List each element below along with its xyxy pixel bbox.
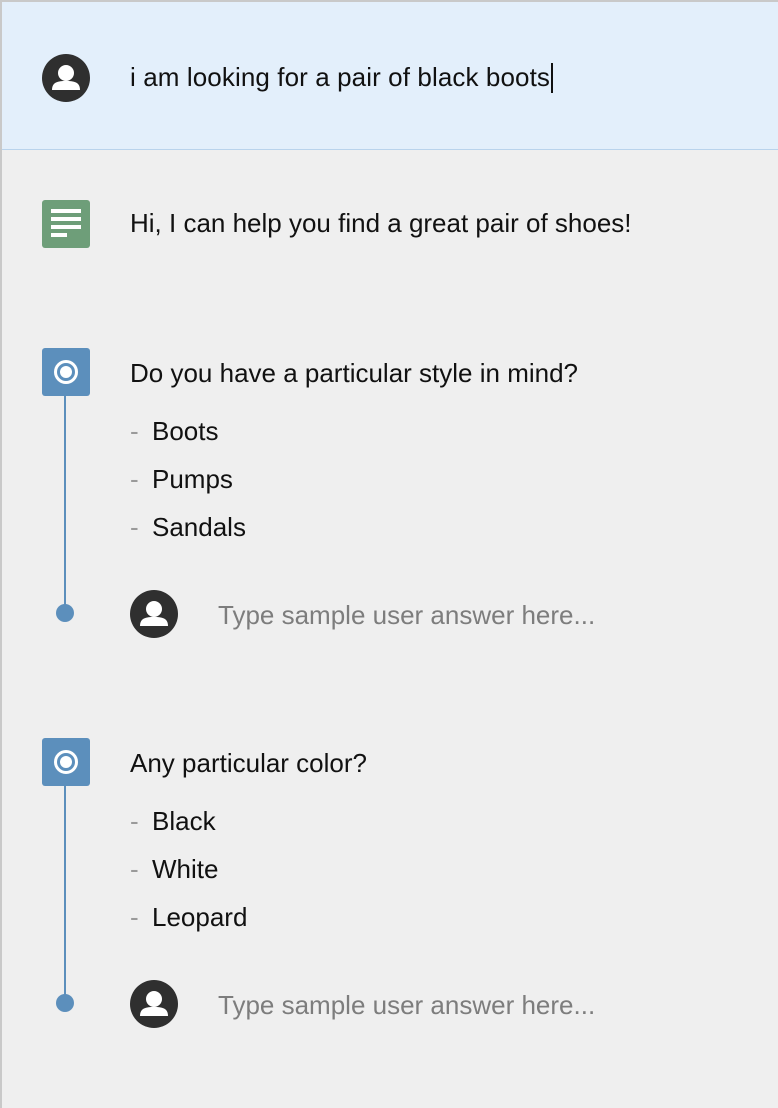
option-item[interactable]: - Black xyxy=(130,806,216,837)
question-connector-line xyxy=(64,786,66,1002)
document-lines-icon xyxy=(42,200,90,248)
sample-answer-input[interactable]: Type sample user answer here... xyxy=(218,990,595,1021)
option-item[interactable]: - Pumps xyxy=(130,464,233,495)
option-label: Pumps xyxy=(152,464,233,494)
question-prompt[interactable]: Do you have a particular style in mind? xyxy=(130,358,578,389)
user-message-input[interactable]: i am looking for a pair of black boots xyxy=(130,62,554,93)
user-avatar-icon xyxy=(42,54,90,102)
question-radio-icon xyxy=(42,348,90,396)
user-message-row[interactable]: i am looking for a pair of black boots xyxy=(2,2,778,150)
option-label: Sandals xyxy=(152,512,246,542)
bot-message-text[interactable]: Hi, I can help you find a great pair of … xyxy=(130,208,632,239)
question-connector-line xyxy=(64,396,66,612)
user-message-text: i am looking for a pair of black boots xyxy=(130,62,551,92)
user-avatar-icon xyxy=(130,590,178,638)
connector-end-dot xyxy=(56,994,74,1012)
option-item[interactable]: - Sandals xyxy=(130,512,246,543)
option-item[interactable]: - Leopard xyxy=(130,902,247,933)
option-label: White xyxy=(152,854,219,884)
option-label: Boots xyxy=(152,416,219,446)
question-radio-icon xyxy=(42,738,90,786)
text-caret xyxy=(551,62,554,93)
connector-end-dot xyxy=(56,604,74,622)
option-item[interactable]: - Boots xyxy=(130,416,219,447)
user-avatar-icon xyxy=(130,980,178,1028)
sample-answer-input[interactable]: Type sample user answer here... xyxy=(218,600,595,631)
option-label: Black xyxy=(152,806,216,836)
question-prompt[interactable]: Any particular color? xyxy=(130,748,367,779)
option-label: Leopard xyxy=(152,902,248,932)
conversation-canvas xyxy=(0,0,778,1108)
option-item[interactable]: - White xyxy=(130,854,218,885)
